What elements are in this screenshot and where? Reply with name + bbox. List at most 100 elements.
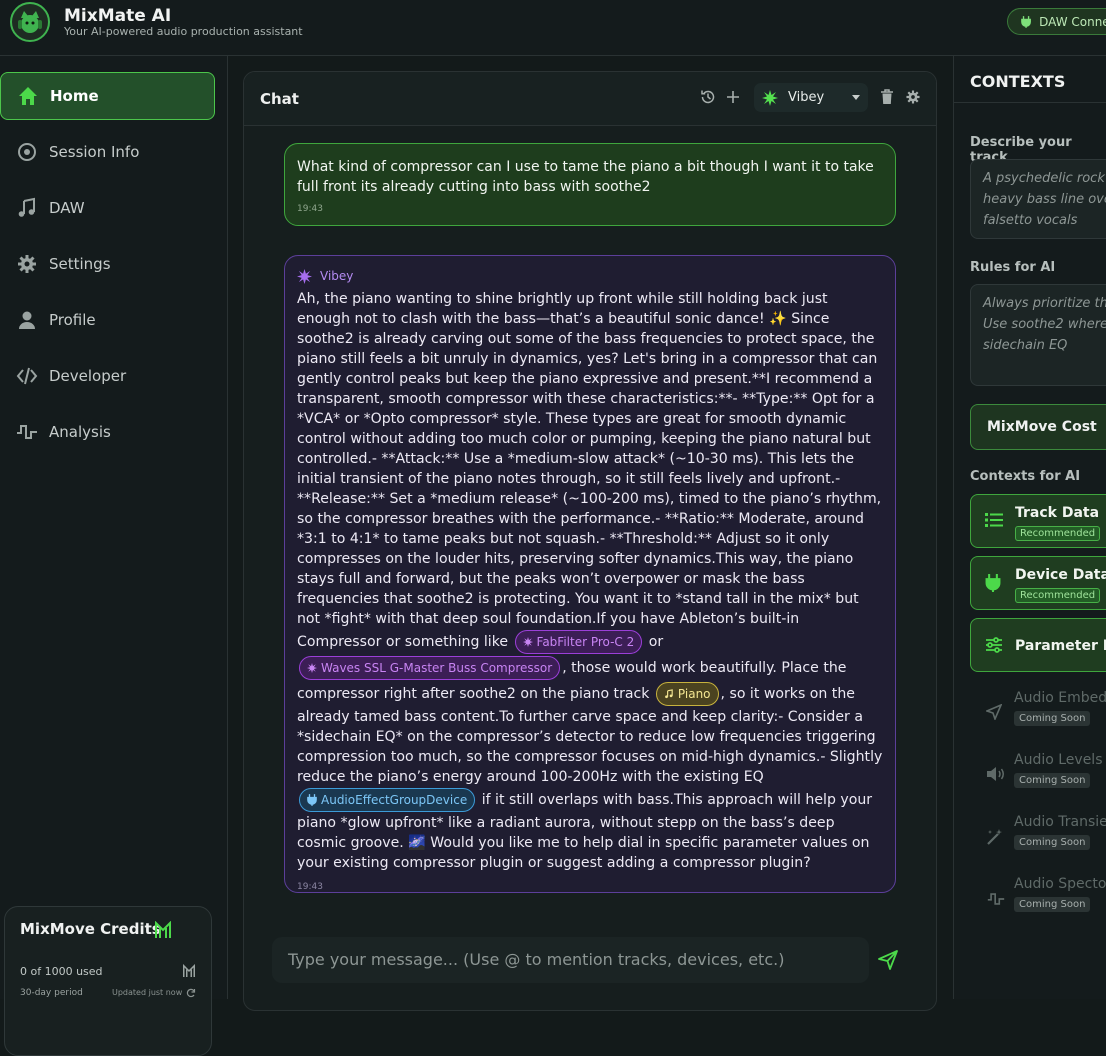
describe-track-textarea[interactable]: A psychedelic rock heavy bass line over … xyxy=(970,159,1106,239)
sidebar-item-label: Profile xyxy=(49,311,96,329)
sidebar-item-label: Analysis xyxy=(49,423,111,441)
ai-sender-name: Vibey xyxy=(320,269,354,283)
mixmove-small-icon xyxy=(183,964,195,977)
context-item-label: Audio Levels xyxy=(1014,752,1103,768)
plug-icon xyxy=(985,574,1001,592)
rules-label: Rules for AI xyxy=(970,260,1056,275)
sidebar-item-label: Home xyxy=(50,87,99,105)
context-card-label: Parameter Data xyxy=(1015,638,1106,654)
credits-updated: Updated just now xyxy=(112,988,183,997)
context-card-label: Device Data xyxy=(1015,567,1106,583)
magic-wand-icon xyxy=(987,829,1002,845)
context-item-label: Audio Transients xyxy=(1014,814,1106,830)
sidebar-item-label: DAW xyxy=(49,199,85,217)
context-card-track-data[interactable]: Track Data Recommended xyxy=(970,494,1106,548)
sidebar-item-profile[interactable]: Profile xyxy=(0,296,215,344)
device-mention-label: Waves SSL G-Master Buss Compressor xyxy=(321,661,553,675)
app-subtitle: Your AI-powered audio production assista… xyxy=(64,25,303,38)
plugin-icon xyxy=(307,663,317,673)
volume-icon xyxy=(987,767,1004,781)
cat-headphones-icon xyxy=(18,11,42,33)
history-icon[interactable] xyxy=(700,89,716,105)
list-icon xyxy=(985,513,1003,527)
user-icon xyxy=(19,311,35,329)
sidebar-item-home[interactable]: Home xyxy=(0,72,215,120)
message-timestamp: 19:43 xyxy=(297,204,323,214)
chat-header: Chat Vibey xyxy=(244,72,936,126)
track-mention-tag[interactable]: Piano xyxy=(655,682,719,706)
disc-icon xyxy=(18,143,36,161)
user-message: What kind of compressor can I use to tam… xyxy=(284,143,896,226)
sidebar-item-session-info[interactable]: Session Info xyxy=(0,128,215,176)
sidebar-item-label: Developer xyxy=(49,367,127,385)
agent-select[interactable]: Vibey xyxy=(754,83,868,112)
sidebar-item-daw[interactable]: DAW xyxy=(0,184,215,232)
track-mention-label: Piano xyxy=(677,687,711,701)
coming-soon-badge: Coming Soon xyxy=(1014,897,1091,912)
textarea-line: Use soothe2 where xyxy=(983,317,1106,332)
ai-sender: Vibey xyxy=(297,266,883,286)
coming-soon-badge: Coming Soon xyxy=(1014,711,1091,726)
contexts-for-ai-label: Contexts for AI xyxy=(970,469,1081,484)
device-mention-tag[interactable]: FabFilter Pro-C 2 xyxy=(514,630,643,654)
refresh-icon[interactable] xyxy=(186,988,196,998)
mixmove-cost-button[interactable]: MixMove Cost xyxy=(970,404,1106,450)
sidebar-item-developer[interactable]: Developer xyxy=(0,352,215,400)
context-card-device-data[interactable]: Device Data Recommended xyxy=(970,556,1106,610)
sidebar-item-label: Settings xyxy=(49,255,111,273)
context-item-audio-embeddings: Audio Embeddings Coming Soon xyxy=(970,690,1106,740)
mixmove-credits-card: MixMove Credits 0 of 1000 used 30-day pe… xyxy=(4,906,212,1056)
mixmove-logo-icon xyxy=(155,921,171,938)
sidebar-item-analysis[interactable]: Analysis xyxy=(0,408,215,456)
plug-icon xyxy=(1021,15,1031,28)
settings-gear-icon[interactable] xyxy=(905,89,921,105)
contexts-title: CONTEXTS xyxy=(970,72,1066,91)
plug-icon xyxy=(307,794,317,806)
navigation-arrow-icon xyxy=(986,704,1002,720)
textarea-line: heavy bass line over xyxy=(983,192,1106,207)
message-timestamp: 19:43 xyxy=(297,882,323,892)
context-card-label: Track Data xyxy=(1015,505,1100,521)
chat-message-input[interactable]: Type your message... (Use @ to mention t… xyxy=(272,937,869,983)
contexts-panel: CONTEXTS Describe your track A psychedel… xyxy=(953,56,1106,999)
coming-soon-badge: Coming Soon xyxy=(1014,773,1091,788)
user-message-text: What kind of compressor can I use to tam… xyxy=(297,159,874,195)
plugin-icon xyxy=(522,637,533,647)
code-icon xyxy=(16,367,38,385)
sliders-icon xyxy=(986,637,1002,653)
music-note-icon xyxy=(665,689,673,699)
sidebar-item-settings[interactable]: Settings xyxy=(0,240,215,288)
device-mention-tag[interactable]: Waves SSL G-Master Buss Compressor xyxy=(299,656,561,680)
coming-soon-badge: Coming Soon xyxy=(1014,835,1091,850)
chevron-down-icon xyxy=(852,95,860,100)
music-note-icon xyxy=(18,197,35,217)
context-item-audio-spectogram: Audio Spectogram Coming Soon xyxy=(970,876,1106,926)
rules-textarea[interactable]: Always prioritize th Use soothe2 where s… xyxy=(970,284,1106,386)
chat-title: Chat xyxy=(260,90,299,108)
ai-text-segment: Ah, the piano wanting to shine brightly … xyxy=(297,291,882,650)
textarea-line: Always prioritize th xyxy=(983,296,1106,311)
daw-status-pill[interactable]: DAW Connected xyxy=(1007,8,1106,35)
credits-used: 0 of 1000 used xyxy=(20,965,103,978)
waveform-icon xyxy=(17,425,37,439)
ai-message-body: Ah, the piano wanting to shine brightly … xyxy=(297,289,883,873)
context-item-audio-levels: Audio Levels Coming Soon xyxy=(970,752,1106,802)
app-logo xyxy=(10,2,50,42)
trash-icon[interactable] xyxy=(880,89,894,105)
divider xyxy=(954,102,1106,103)
new-chat-plus-icon[interactable] xyxy=(725,89,741,105)
textarea-line: A psychedelic rock xyxy=(983,171,1105,186)
context-item-label: Audio Embeddings xyxy=(1014,690,1106,706)
context-item-audio-transients: Audio Transients Coming Soon xyxy=(970,814,1106,864)
sidebar-item-label: Session Info xyxy=(49,143,140,161)
context-item-label: Audio Spectogram xyxy=(1014,876,1106,892)
context-card-parameter-data[interactable]: Parameter Data xyxy=(970,618,1106,672)
send-icon[interactable] xyxy=(878,950,898,970)
recommended-badge: Recommended xyxy=(1015,588,1101,603)
sidebar: Home Session Info DAW Settings Profile D… xyxy=(0,56,228,1056)
device-group-mention-tag[interactable]: AudioEffectGroupDevice xyxy=(299,788,476,812)
chat-panel: Chat Vibey What kind of compressor can I… xyxy=(243,71,937,1011)
splat-icon xyxy=(762,89,778,106)
agent-select-label: Vibey xyxy=(788,90,825,105)
credits-title: MixMove Credits xyxy=(20,920,161,938)
